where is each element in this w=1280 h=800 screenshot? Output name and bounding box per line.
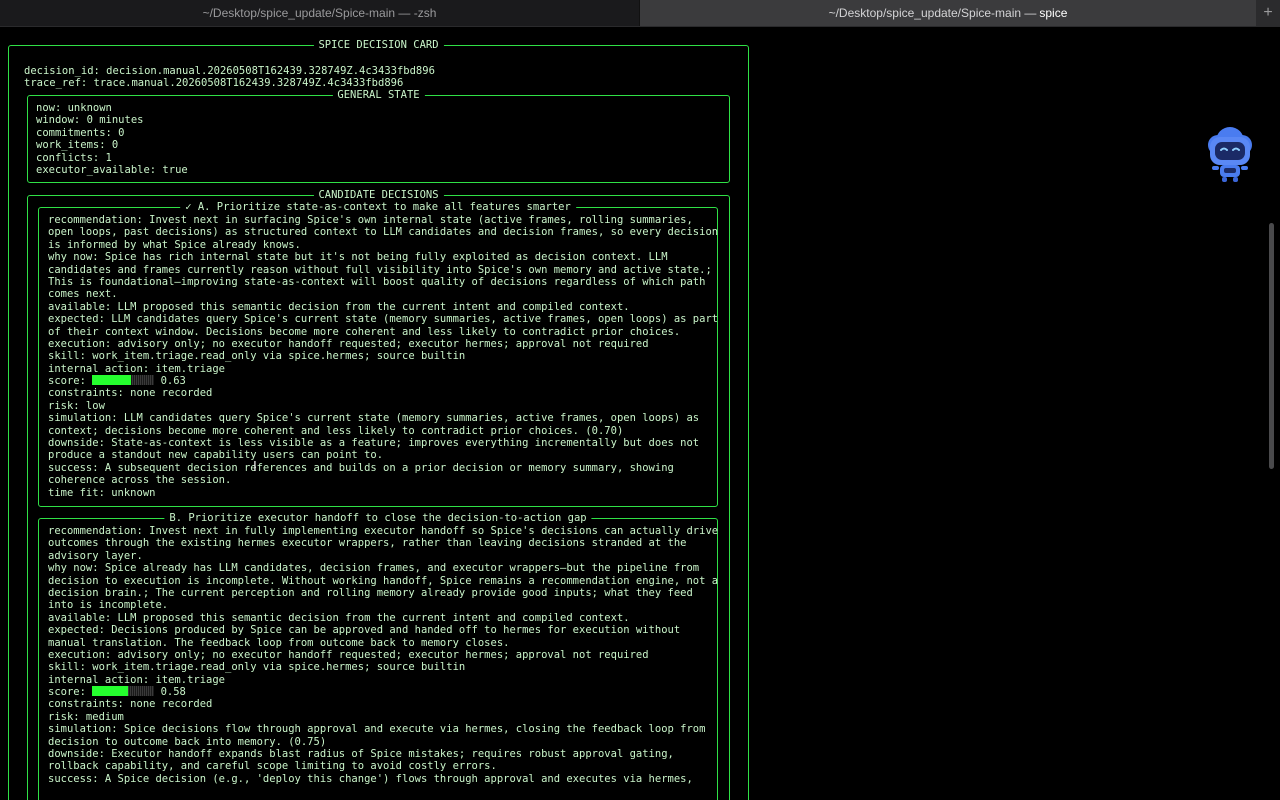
score-row: score: 0.63 <box>48 375 718 387</box>
tab-spice-path: ~/Desktop/spice_update/Spice-main — <box>828 6 1037 20</box>
candidate-line: success: A subsequent decision reference… <box>48 461 674 474</box>
robot-mascot-icon[interactable] <box>1202 123 1258 185</box>
general-state-lines: now: unknown window: 0 minutes commitmen… <box>36 102 188 176</box>
candidate-a-title: ✓ A. Prioritize state-as-context to make… <box>180 201 576 213</box>
card-ids: decision_id: decision.manual.20260508T16… <box>24 65 435 90</box>
candidate-line: simulation: LLM candidates query Spice's… <box>48 412 700 425</box>
candidate-line: simulation: Spice decisions flow through… <box>48 723 706 736</box>
candidate-line: into is incomplete. <box>48 599 169 612</box>
score-bar <box>92 375 155 386</box>
scrollbar-thumb[interactable] <box>1269 223 1274 469</box>
score-bar-fill <box>92 686 129 697</box>
candidate-line: skill: work_item.triage.read_only via sp… <box>48 350 466 363</box>
candidate-a: ✓ A. Prioritize state-as-context to make… <box>38 201 718 507</box>
candidate-line: produce a standout new capability users … <box>48 449 384 462</box>
candidate-b-lines: recommendation: Invest next in fully imp… <box>48 525 718 785</box>
plus-icon: + <box>1263 4 1273 21</box>
candidate-line: time fit: unknown <box>48 486 156 499</box>
candidate-line: rollback capability, and careful scope l… <box>48 760 497 773</box>
candidate-line: success: A Spice decision (e.g., 'deploy… <box>48 772 693 785</box>
score-bar-fill <box>92 375 132 386</box>
score-prefix: score: <box>48 375 93 388</box>
candidate-line: constraints: none recorded <box>48 698 213 711</box>
state-line: work_items: 0 <box>36 139 119 152</box>
candidate-decisions-title: CANDIDATE DECISIONS <box>313 189 444 201</box>
candidate-line: comes next. <box>48 288 118 301</box>
candidate-line: available: LLM proposed this semantic de… <box>48 611 630 624</box>
tab-spice-cmd: spice <box>1039 6 1068 20</box>
candidate-line: skill: work_item.triage.read_only via sp… <box>48 661 466 674</box>
general-state-title: GENERAL STATE <box>332 89 425 101</box>
candidate-line: open loops, past decisions) as structure… <box>48 226 719 239</box>
state-line: window: 0 minutes <box>36 114 144 127</box>
candidate-line: risk: medium <box>48 710 124 723</box>
tab-zsh-label: ~/Desktop/spice_update/Spice-main — -zsh <box>202 6 437 20</box>
candidate-line: coherence across the session. <box>48 474 232 487</box>
candidate-b-title: B. Prioritize executor handoff to close … <box>164 512 592 524</box>
candidate-line: decision to outcome back into memory. (0… <box>48 735 327 748</box>
candidate-line: candidates and frames currently reason w… <box>48 263 712 276</box>
score-bar <box>92 686 155 697</box>
tab-zsh[interactable]: ~/Desktop/spice_update/Spice-main — -zsh <box>0 0 639 26</box>
terminal-viewport[interactable]: SPICE DECISION CARD decision_id: decisio… <box>0 27 1280 800</box>
candidate-line: manual translation. The feedback loop fr… <box>48 636 510 649</box>
candidate-line: advisory layer. <box>48 549 143 562</box>
candidate-line: execution: advisory only; no executor ha… <box>48 648 649 661</box>
score-value: 0.63 <box>154 375 186 388</box>
state-line: commitments: 0 <box>36 126 125 139</box>
candidate-line: risk: low <box>48 399 105 412</box>
candidate-line: downside: Executor handoff expands blast… <box>48 748 674 761</box>
general-state-panel: GENERAL STATE now: unknown window: 0 min… <box>27 89 730 183</box>
tab-bar: ~/Desktop/spice_update/Spice-main — -zsh… <box>0 0 1280 27</box>
candidate-line: why now: Spice has rich internal state b… <box>48 251 668 264</box>
trace-ref: trace_ref: trace.manual.20260508T162439.… <box>24 77 404 90</box>
candidate-line: internal action: item.triage <box>48 673 226 686</box>
candidate-line: why now: Spice already has LLM candidate… <box>48 562 700 575</box>
candidate-line: downside: State-as-context is less visib… <box>48 437 700 450</box>
candidate-line: is informed by what Spice already knows. <box>48 238 301 251</box>
state-line: executor_available: true <box>36 163 188 176</box>
candidate-line: available: LLM proposed this semantic de… <box>48 300 630 313</box>
decision-id: decision_id: decision.manual.20260508T16… <box>24 65 435 77</box>
score-prefix: score: <box>48 686 93 699</box>
score-value: 0.58 <box>154 686 186 699</box>
candidate-line: context; decisions become more coherent … <box>48 424 624 437</box>
candidate-line: of their context window. Decisions becom… <box>48 325 681 338</box>
candidate-line: expected: LLM candidates query Spice's c… <box>48 313 719 326</box>
tab-spice[interactable]: ~/Desktop/spice_update/Spice-main — spic… <box>639 0 1256 26</box>
candidate-line: expected: Decisions produced by Spice ca… <box>48 624 681 637</box>
candidate-line: internal action: item.triage <box>48 362 226 375</box>
state-line: now: unknown <box>36 102 112 114</box>
candidate-line: recommendation: Invest next in surfacing… <box>48 214 693 226</box>
candidate-line: This is foundational—improving state-as-… <box>48 275 706 288</box>
candidate-line: decision brain.; The current perception … <box>48 586 693 599</box>
score-row: score: 0.58 <box>48 686 718 698</box>
candidate-line: constraints: none recorded <box>48 387 213 400</box>
candidate-line: recommendation: Invest next in fully imp… <box>48 525 719 537</box>
new-tab-button[interactable]: + <box>1256 0 1280 26</box>
candidate-a-lines: recommendation: Invest next in surfacing… <box>48 214 718 499</box>
state-line: conflicts: 1 <box>36 151 112 164</box>
decision-card-title: SPICE DECISION CARD <box>313 39 444 51</box>
candidate-line: outcomes through the existing hermes exe… <box>48 537 687 550</box>
candidate-line: execution: advisory only; no executor ha… <box>48 337 649 350</box>
candidate-line: decision to execution is incomplete. Wit… <box>48 574 719 587</box>
candidate-b: B. Prioritize executor handoff to close … <box>38 512 718 800</box>
text-cursor-icon: I <box>253 460 257 475</box>
